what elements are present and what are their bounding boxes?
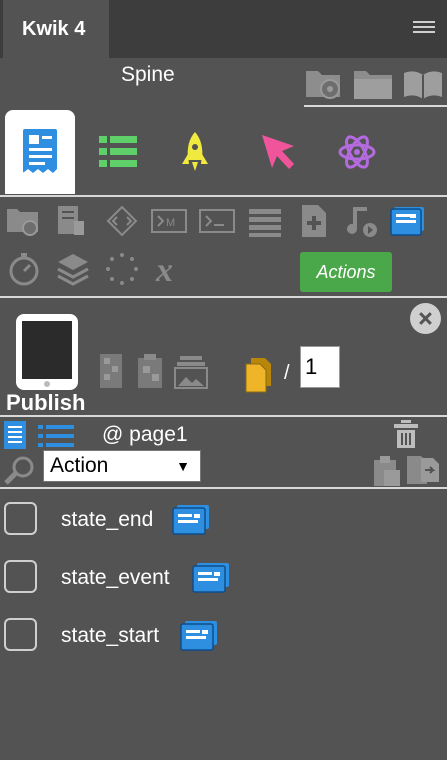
add-page-icon[interactable]	[296, 203, 332, 239]
chevron-down-icon: ▼	[176, 458, 190, 474]
compress-icon[interactable]	[98, 352, 124, 390]
stopwatch-icon[interactable]	[6, 251, 42, 287]
tablet-device-icon[interactable]	[15, 313, 79, 391]
tools-divider	[0, 296, 447, 298]
item-label[interactable]: state_end	[61, 508, 153, 532]
folder-open-icon[interactable]	[304, 65, 348, 103]
page-detail-icon[interactable]	[2, 420, 30, 450]
image-gallery-icon[interactable]	[174, 354, 208, 390]
atom-icon	[338, 135, 376, 169]
stack-layers-icon[interactable]	[247, 203, 283, 239]
item-checkbox[interactable]	[4, 618, 37, 651]
item-label[interactable]: state_start	[61, 624, 159, 648]
search-zoom-icon[interactable]	[3, 455, 37, 485]
markup-icon[interactable]: M	[151, 203, 187, 239]
mode-tabs-divider	[0, 195, 447, 197]
filter-type-select[interactable]: Action ▼	[43, 450, 201, 482]
page-count-separator: /	[284, 362, 290, 384]
list-icon	[99, 136, 137, 167]
paste-icon[interactable]	[372, 454, 402, 488]
pointer-cursor-icon	[262, 135, 294, 169]
page-total-field[interactable]	[300, 346, 340, 388]
tab-physics[interactable]	[322, 110, 392, 194]
book-icon[interactable]	[402, 65, 444, 103]
tab-interaction[interactable]	[244, 110, 314, 194]
list-item: state_end	[0, 502, 447, 542]
folder-actions	[304, 65, 444, 105]
folder-icon[interactable]	[352, 65, 396, 103]
svg-text:M: M	[166, 217, 175, 229]
list-item: state_event	[0, 560, 447, 600]
close-icon[interactable]	[410, 303, 441, 334]
publish-label[interactable]: Publish	[6, 390, 85, 416]
panel-tab-kwik[interactable]: Kwik 4	[3, 0, 109, 58]
pages-copy-icon[interactable]	[244, 356, 276, 394]
actions-button[interactable]: Actions	[300, 252, 392, 292]
action-card-icon[interactable]	[390, 203, 426, 239]
duplicate-icon[interactable]	[405, 454, 443, 486]
header-divider	[304, 105, 447, 107]
svg-text:x: x	[155, 252, 173, 287]
tab-animation[interactable]	[160, 110, 230, 194]
item-label[interactable]: state_event	[61, 566, 170, 590]
tab-page[interactable]	[5, 110, 75, 194]
music-note-icon[interactable]	[343, 203, 379, 239]
list-item: state_start	[0, 618, 447, 658]
terminal-icon[interactable]	[199, 203, 235, 239]
tab-list[interactable]	[83, 110, 153, 194]
action-card-icon[interactable]	[172, 504, 210, 536]
action-card-icon[interactable]	[180, 620, 218, 652]
item-checkbox[interactable]	[4, 560, 37, 593]
item-checkbox[interactable]	[4, 502, 37, 535]
filter-selected-value: Action	[50, 454, 109, 477]
replacement-folder-icon[interactable]	[6, 203, 42, 239]
hamburger-menu-icon[interactable]	[413, 21, 435, 37]
layers-icon[interactable]	[55, 251, 91, 287]
variable-x-icon[interactable]: x	[152, 251, 188, 289]
current-page-label: @ page1	[102, 423, 188, 446]
export-icon[interactable]	[136, 352, 166, 390]
page-list-icon[interactable]	[38, 424, 74, 448]
list-divider	[0, 487, 447, 489]
code-diamond-icon[interactable]	[104, 203, 140, 239]
panel-tab-bar: Kwik 4	[0, 0, 447, 58]
section-title: Spine	[121, 63, 175, 86]
publish-divider	[0, 415, 447, 417]
trash-icon[interactable]	[393, 419, 419, 449]
audio-page-icon[interactable]	[52, 203, 88, 239]
particles-icon[interactable]	[104, 251, 140, 287]
action-card-icon[interactable]	[192, 562, 230, 594]
rocket-icon	[182, 132, 208, 171]
page-document-icon	[23, 129, 57, 173]
